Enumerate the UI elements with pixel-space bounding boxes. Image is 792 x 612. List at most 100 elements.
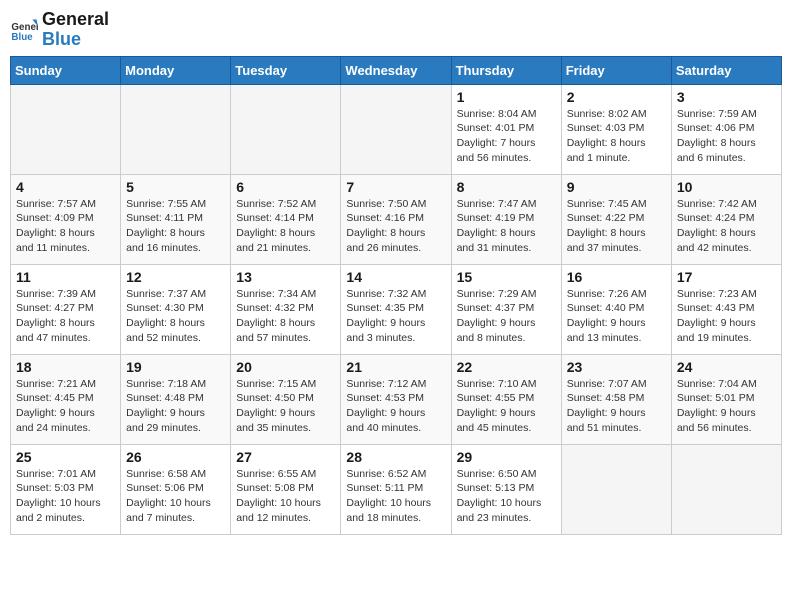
day-number: 13 xyxy=(236,269,335,285)
day-info: Sunrise: 7:10 AM Sunset: 4:55 PM Dayligh… xyxy=(457,377,556,436)
day-info: Sunrise: 6:55 AM Sunset: 5:08 PM Dayligh… xyxy=(236,467,335,526)
calendar-cell: 19Sunrise: 7:18 AM Sunset: 4:48 PM Dayli… xyxy=(121,354,231,444)
calendar-cell xyxy=(11,84,121,174)
calendar-header: General Blue General Blue xyxy=(10,10,782,50)
calendar-cell: 7 Sunrise: 7:50 AM Sunset: 4:16 PM Daylig… xyxy=(341,174,451,264)
weekday-header: Thursday xyxy=(451,56,561,84)
calendar-cell: 26 Sunrise: 6:58 AM Sunset: 5:06 PM Dayli… xyxy=(121,444,231,534)
day-info: Sunrise: 7:21 AM Sunset: 4:45 PM Dayligh… xyxy=(16,377,115,436)
weekday-header: Wednesday xyxy=(341,56,451,84)
day-number: 18 xyxy=(16,359,115,375)
calendar-cell: 5 Sunrise: 7:55 AM Sunset: 4:11 PM Daylig… xyxy=(121,174,231,264)
calendar-cell: 1 Sunrise: 8:04 AM Sunset: 4:01 PM Daylig… xyxy=(451,84,561,174)
calendar-cell xyxy=(231,84,341,174)
calendar-cell: 9Sunrise: 7:45 AM Sunset: 4:22 PM Daylig… xyxy=(561,174,671,264)
day-info: Sunrise: 7:57 AM Sunset: 4:09 PM Dayligh… xyxy=(16,197,115,256)
day-number: 7 xyxy=(346,179,445,195)
calendar-week-row: 11 Sunrise: 7:39 AM Sunset: 4:27 PM Dayli… xyxy=(11,264,782,354)
weekday-header: Tuesday xyxy=(231,56,341,84)
day-info: Sunrise: 7:39 AM Sunset: 4:27 PM Dayligh… xyxy=(16,287,115,346)
day-number: 29 xyxy=(457,449,556,465)
calendar-cell: 23 Sunrise: 7:07 AM Sunset: 4:58 PM Dayli… xyxy=(561,354,671,444)
day-info: Sunrise: 7:42 AM Sunset: 4:24 PM Dayligh… xyxy=(677,197,776,256)
day-info: Sunrise: 7:04 AM Sunset: 5:01 PM Dayligh… xyxy=(677,377,776,436)
day-number: 17 xyxy=(677,269,776,285)
day-number: 3 xyxy=(677,89,776,105)
day-number: 4 xyxy=(16,179,115,195)
calendar-table: SundayMondayTuesdayWednesdayThursdayFrid… xyxy=(10,56,782,535)
calendar-cell: 21Sunrise: 7:12 AM Sunset: 4:53 PM Dayli… xyxy=(341,354,451,444)
day-info: Sunrise: 7:07 AM Sunset: 4:58 PM Dayligh… xyxy=(567,377,666,436)
calendar-cell: 4 Sunrise: 7:57 AM Sunset: 4:09 PM Daylig… xyxy=(11,174,121,264)
day-info: Sunrise: 7:15 AM Sunset: 4:50 PM Dayligh… xyxy=(236,377,335,436)
day-number: 11 xyxy=(16,269,115,285)
calendar-cell: 24 Sunrise: 7:04 AM Sunset: 5:01 PM Dayli… xyxy=(671,354,781,444)
day-number: 28 xyxy=(346,449,445,465)
day-number: 14 xyxy=(346,269,445,285)
day-info: Sunrise: 7:59 AM Sunset: 4:06 PM Dayligh… xyxy=(677,107,776,166)
day-number: 25 xyxy=(16,449,115,465)
day-info: Sunrise: 7:32 AM Sunset: 4:35 PM Dayligh… xyxy=(346,287,445,346)
calendar-week-row: 4 Sunrise: 7:57 AM Sunset: 4:09 PM Daylig… xyxy=(11,174,782,264)
day-info: Sunrise: 7:52 AM Sunset: 4:14 PM Dayligh… xyxy=(236,197,335,256)
day-info: Sunrise: 7:29 AM Sunset: 4:37 PM Dayligh… xyxy=(457,287,556,346)
day-number: 15 xyxy=(457,269,556,285)
day-info: Sunrise: 6:58 AM Sunset: 5:06 PM Dayligh… xyxy=(126,467,225,526)
day-info: Sunrise: 7:37 AM Sunset: 4:30 PM Dayligh… xyxy=(126,287,225,346)
calendar-cell xyxy=(121,84,231,174)
calendar-cell xyxy=(561,444,671,534)
day-info: Sunrise: 8:04 AM Sunset: 4:01 PM Dayligh… xyxy=(457,107,556,166)
day-number: 16 xyxy=(567,269,666,285)
day-number: 6 xyxy=(236,179,335,195)
day-info: Sunrise: 6:52 AM Sunset: 5:11 PM Dayligh… xyxy=(346,467,445,526)
day-info: Sunrise: 7:01 AM Sunset: 5:03 PM Dayligh… xyxy=(16,467,115,526)
calendar-cell: 28 Sunrise: 6:52 AM Sunset: 5:11 PM Dayli… xyxy=(341,444,451,534)
calendar-cell: 22 Sunrise: 7:10 AM Sunset: 4:55 PM Dayli… xyxy=(451,354,561,444)
day-number: 2 xyxy=(567,89,666,105)
calendar-cell: 12 Sunrise: 7:37 AM Sunset: 4:30 PM Dayli… xyxy=(121,264,231,354)
day-info: Sunrise: 7:55 AM Sunset: 4:11 PM Dayligh… xyxy=(126,197,225,256)
day-info: Sunrise: 7:18 AM Sunset: 4:48 PM Dayligh… xyxy=(126,377,225,436)
day-number: 24 xyxy=(677,359,776,375)
calendar-week-row: 18 Sunrise: 7:21 AM Sunset: 4:45 PM Dayli… xyxy=(11,354,782,444)
day-number: 10 xyxy=(677,179,776,195)
calendar-cell: 20Sunrise: 7:15 AM Sunset: 4:50 PM Dayli… xyxy=(231,354,341,444)
day-info: Sunrise: 7:34 AM Sunset: 4:32 PM Dayligh… xyxy=(236,287,335,346)
calendar-cell: 3 Sunrise: 7:59 AM Sunset: 4:06 PM Daylig… xyxy=(671,84,781,174)
day-info: Sunrise: 7:23 AM Sunset: 4:43 PM Dayligh… xyxy=(677,287,776,346)
day-number: 22 xyxy=(457,359,556,375)
calendar-cell: 15 Sunrise: 7:29 AM Sunset: 4:37 PM Dayli… xyxy=(451,264,561,354)
svg-text:Blue: Blue xyxy=(11,32,33,43)
day-number: 23 xyxy=(567,359,666,375)
weekday-header: Monday xyxy=(121,56,231,84)
day-info: Sunrise: 6:50 AM Sunset: 5:13 PM Dayligh… xyxy=(457,467,556,526)
calendar-week-row: 25 Sunrise: 7:01 AM Sunset: 5:03 PM Dayli… xyxy=(11,444,782,534)
day-info: Sunrise: 7:50 AM Sunset: 4:16 PM Dayligh… xyxy=(346,197,445,256)
calendar-cell: 6 Sunrise: 7:52 AM Sunset: 4:14 PM Daylig… xyxy=(231,174,341,264)
calendar-cell: 11 Sunrise: 7:39 AM Sunset: 4:27 PM Dayli… xyxy=(11,264,121,354)
calendar-cell: 25 Sunrise: 7:01 AM Sunset: 5:03 PM Dayli… xyxy=(11,444,121,534)
calendar-cell: 14 Sunrise: 7:32 AM Sunset: 4:35 PM Dayli… xyxy=(341,264,451,354)
day-number: 27 xyxy=(236,449,335,465)
day-number: 5 xyxy=(126,179,225,195)
day-info: Sunrise: 8:02 AM Sunset: 4:03 PM Dayligh… xyxy=(567,107,666,166)
calendar-cell: 27 Sunrise: 6:55 AM Sunset: 5:08 PM Dayli… xyxy=(231,444,341,534)
day-number: 26 xyxy=(126,449,225,465)
day-number: 12 xyxy=(126,269,225,285)
calendar-cell: 13 Sunrise: 7:34 AM Sunset: 4:32 PM Dayli… xyxy=(231,264,341,354)
calendar-cell: 18 Sunrise: 7:21 AM Sunset: 4:45 PM Dayli… xyxy=(11,354,121,444)
day-number: 1 xyxy=(457,89,556,105)
calendar-cell: 8Sunrise: 7:47 AM Sunset: 4:19 PM Daylig… xyxy=(451,174,561,264)
logo: General Blue General Blue xyxy=(10,10,109,50)
calendar-cell: 10 Sunrise: 7:42 AM Sunset: 4:24 PM Dayli… xyxy=(671,174,781,264)
day-info: Sunrise: 7:47 AM Sunset: 4:19 PM Dayligh… xyxy=(457,197,556,256)
calendar-header-row: SundayMondayTuesdayWednesdayThursdayFrid… xyxy=(11,56,782,84)
calendar-cell: 2 Sunrise: 8:02 AM Sunset: 4:03 PM Daylig… xyxy=(561,84,671,174)
weekday-header: Sunday xyxy=(11,56,121,84)
day-info: Sunrise: 7:45 AM Sunset: 4:22 PM Dayligh… xyxy=(567,197,666,256)
calendar-cell: 16 Sunrise: 7:26 AM Sunset: 4:40 PM Dayli… xyxy=(561,264,671,354)
calendar-cell xyxy=(341,84,451,174)
weekday-header: Saturday xyxy=(671,56,781,84)
day-info: Sunrise: 7:26 AM Sunset: 4:40 PM Dayligh… xyxy=(567,287,666,346)
calendar-cell: 29 Sunrise: 6:50 AM Sunset: 5:13 PM Dayli… xyxy=(451,444,561,534)
